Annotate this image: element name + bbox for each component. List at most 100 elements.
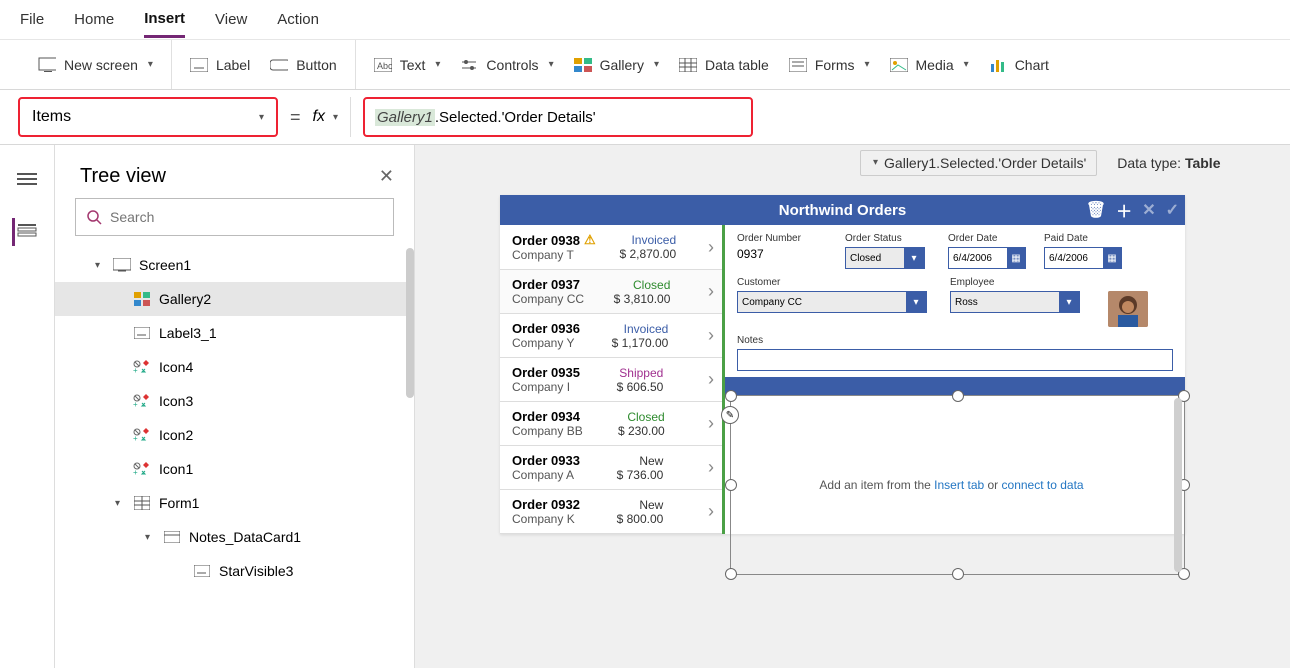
order-id: Order 0937 (512, 277, 584, 292)
formula-identifier: Gallery1 (375, 109, 435, 126)
warning-icon: ⚠ (584, 232, 596, 248)
formula-result-bar: ▾ Gallery1.Selected.'Order Details' Data… (860, 145, 1220, 180)
order-amount: $ 1,170.00 (612, 336, 669, 350)
scrollbar[interactable] (1174, 398, 1182, 572)
order-gallery[interactable]: Order 0938 ⚠Company TInvoiced$ 2,870.00›… (500, 225, 725, 534)
paid-date-input[interactable]: 6/4/2006 ▦ (1044, 247, 1122, 269)
order-item[interactable]: Order 0933Company ANew$ 736.00› (500, 446, 722, 490)
tree-node-notes_datacard1[interactable]: ▾ Notes_DataCard1 (55, 520, 414, 554)
tree-node-gallery2[interactable]: Gallery2 (55, 282, 414, 316)
save-icon[interactable]: ✓ (1166, 200, 1179, 220)
close-icon[interactable]: ✕ (379, 166, 394, 187)
chevron-right-icon: › (708, 501, 714, 522)
chevron-right-icon: › (708, 413, 714, 434)
tree-node-label: Icon2 (159, 427, 193, 443)
order-company: Company A (512, 468, 580, 482)
tree-node-form1[interactable]: ▾Form1 (55, 486, 414, 520)
forms-dropdown[interactable]: Forms▾ (789, 56, 870, 74)
selection-rect[interactable]: ✎ Add an item from the Insert tab or con… (730, 395, 1185, 575)
order-amount: $ 606.50 (617, 380, 664, 394)
formula-bar[interactable]: Gallery1.Selected.'Order Details' (363, 97, 753, 137)
tree-view-title: Tree view (80, 165, 166, 188)
tree-node-icon3[interactable]: +Icon3 (55, 384, 414, 418)
tree-node-starvisible3[interactable]: StarVisible3 (55, 554, 414, 588)
chart-dropdown[interactable]: Chart (989, 56, 1049, 74)
order-amount: $ 800.00 (617, 512, 664, 526)
notes-label: Notes (737, 335, 1173, 346)
chevron-right-icon: › (708, 457, 714, 478)
customer-dropdown[interactable]: Company CC ▾ (737, 291, 927, 313)
chevron-right-icon: › (708, 325, 714, 346)
tree: ▾Screen1Gallery2Label3_1+Icon4+Icon3+Ico… (55, 248, 414, 668)
button-icon (270, 56, 288, 74)
orddate-label: Order Date (948, 233, 1026, 244)
expand-icon[interactable]: ▾ (95, 260, 105, 271)
text-dropdown[interactable]: Abc Text▾ (374, 56, 441, 74)
order-item[interactable]: Order 0932Company KNew$ 800.00› (500, 490, 722, 534)
gallery-dropdown[interactable]: Gallery▾ (574, 56, 659, 74)
tree-search[interactable] (75, 198, 394, 236)
employee-dropdown[interactable]: Ross ▾ (950, 291, 1080, 313)
expand-icon[interactable]: ▾ (145, 532, 155, 543)
left-rail (0, 145, 55, 668)
order-date-input[interactable]: 6/4/2006 ▦ (948, 247, 1026, 269)
tree-search-input[interactable] (110, 209, 383, 225)
delete-icon[interactable]: 🗑 (1086, 200, 1106, 220)
order-item[interactable]: Order 0934Company BBClosed$ 230.00› (500, 402, 722, 446)
fx-button[interactable]: fx ▾ (313, 108, 338, 126)
iconset-icon: + (133, 426, 151, 444)
tree-node-label: Notes_DataCard1 (189, 529, 301, 545)
insert-tab-link[interactable]: Insert tab (934, 478, 984, 492)
cancel-icon[interactable]: ✕ (1142, 200, 1155, 220)
menu-insert[interactable]: Insert (144, 2, 185, 38)
rail-hamburger[interactable] (13, 165, 41, 193)
order-id: Order 0938 ⚠ (512, 232, 596, 248)
rail-treeview[interactable] (12, 218, 40, 246)
tree-node-label: Label3_1 (159, 325, 217, 341)
tree-node-icon2[interactable]: + Icon2 (55, 418, 414, 452)
menu-action[interactable]: Action (277, 3, 319, 36)
tree-node-icon4[interactable]: +Icon4 (55, 350, 414, 384)
notes-input[interactable] (737, 349, 1173, 371)
tree-node-icon1[interactable]: +Icon1 (55, 452, 414, 486)
property-formula-row: Items ▾ = fx ▾ Gallery1.Selected.'Order … (0, 90, 1290, 145)
equals-sign: = (290, 107, 301, 128)
menu-home[interactable]: Home (74, 3, 114, 36)
menu-file[interactable]: File (20, 3, 44, 36)
tree-node-screen1[interactable]: ▾Screen1 (55, 248, 414, 282)
order-company: Company T (512, 248, 596, 262)
tree-node-label3_1[interactable]: Label3_1 (55, 316, 414, 350)
ordnum-value: 0937 (737, 247, 827, 261)
order-status: Invoiced (624, 322, 669, 336)
label-button[interactable]: Label (190, 56, 250, 74)
ribbon: New screen ▾ Label Button Abc Text▾ Cont… (0, 40, 1290, 90)
order-company: Company I (512, 380, 580, 394)
order-item[interactable]: Order 0936Company YInvoiced$ 1,170.00› (500, 314, 722, 358)
new-screen-button[interactable]: New screen ▾ (38, 56, 153, 74)
scrollbar[interactable] (406, 248, 414, 398)
order-item[interactable]: Order 0937Company CCClosed$ 3,810.00› (500, 270, 722, 314)
fx-label: fx (313, 108, 325, 126)
forms-icon (789, 56, 807, 74)
datatable-button[interactable]: Data table (679, 56, 769, 74)
search-icon (86, 209, 102, 225)
new-screen-icon (38, 56, 56, 74)
add-icon[interactable]: ＋ (1116, 198, 1132, 222)
connect-data-link[interactable]: connect to data (1002, 478, 1084, 492)
order-status-dropdown[interactable]: Closed ▾ (845, 247, 925, 269)
property-selector[interactable]: Items ▾ (18, 97, 278, 137)
controls-dropdown[interactable]: Controls▾ (460, 56, 553, 74)
order-item[interactable]: Order 0938 ⚠Company TInvoiced$ 2,870.00› (500, 225, 722, 270)
app-titlebar: Northwind Orders 🗑 ＋ ✕ ✓ (500, 195, 1185, 225)
media-dropdown[interactable]: Media▾ (890, 56, 969, 74)
button-button[interactable]: Button (270, 56, 336, 74)
formula-rest: .Selected.'Order Details' (435, 109, 596, 126)
calendar-icon: ▦ (1007, 248, 1025, 268)
order-item[interactable]: Order 0935Company IShipped$ 606.50› (500, 358, 722, 402)
menu-view[interactable]: View (215, 3, 247, 36)
expand-icon[interactable]: ▾ (115, 498, 125, 509)
chevron-right-icon: › (708, 281, 714, 302)
tree-node-label: Icon3 (159, 393, 193, 409)
label-btn-text: Label (216, 57, 250, 73)
formula-result-path[interactable]: ▾ Gallery1.Selected.'Order Details' (860, 150, 1097, 176)
